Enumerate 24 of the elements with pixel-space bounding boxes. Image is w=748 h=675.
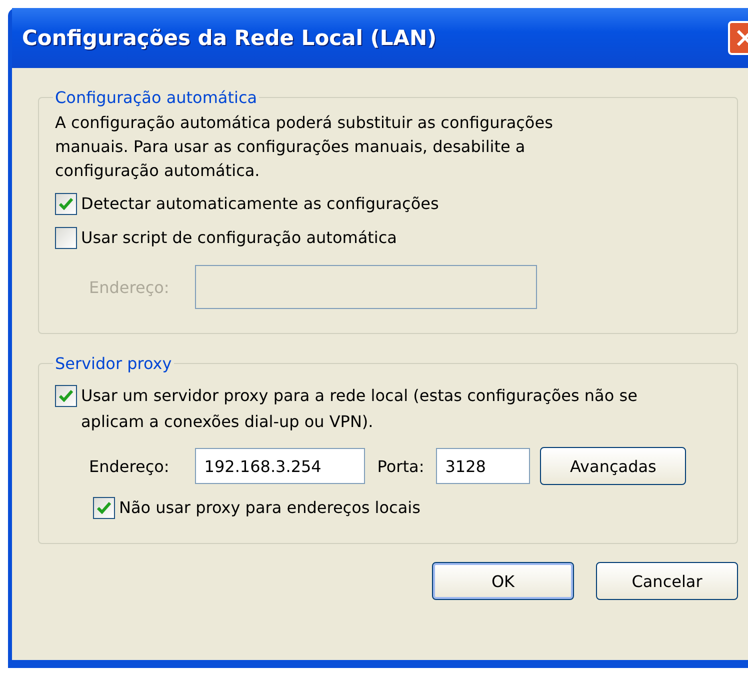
field-label: Endereço:	[89, 456, 170, 476]
checkmark-icon	[59, 390, 73, 402]
field-label: Porta:	[377, 456, 424, 476]
checkbox[interactable]	[93, 497, 115, 519]
checkmark-icon	[97, 502, 111, 514]
input-field[interactable]	[195, 265, 538, 309]
checkbox-label[interactable]: Usar um servidor proxy para a rede local (estas configurações não se aplicam a conexões dial-up ou VPN).	[81, 383, 691, 435]
dialog-button[interactable]: Cancelar	[596, 562, 738, 600]
dialog-button[interactable]: OK	[432, 562, 574, 600]
description-text: A configuração automática poderá substituir as configurações manuais. Para usar as configurações manuais, desabilite a configuração automática.	[55, 112, 554, 182]
group-title: Configuração automática	[54, 88, 258, 107]
field-label: Endereço:	[89, 278, 170, 296]
group-title: Servidor proxy	[54, 354, 173, 373]
checkbox[interactable]	[55, 385, 77, 407]
checkbox[interactable]	[55, 227, 77, 249]
advanced-button[interactable]: Avançadas	[540, 447, 686, 485]
input-field[interactable]: 3128	[436, 448, 530, 484]
checkbox-label[interactable]: Usar script de configuração automática	[81, 225, 397, 251]
window-title: Configurações da Rede Local (LAN)	[22, 26, 437, 50]
checkmark-icon	[59, 198, 73, 210]
checkbox-label[interactable]: Não usar proxy para endereços locais	[119, 495, 420, 521]
checkbox-label[interactable]: Detectar automaticamente as configurações	[81, 191, 439, 217]
checkbox[interactable]	[55, 193, 77, 215]
input-field[interactable]: 192.168.3.254	[195, 448, 366, 484]
